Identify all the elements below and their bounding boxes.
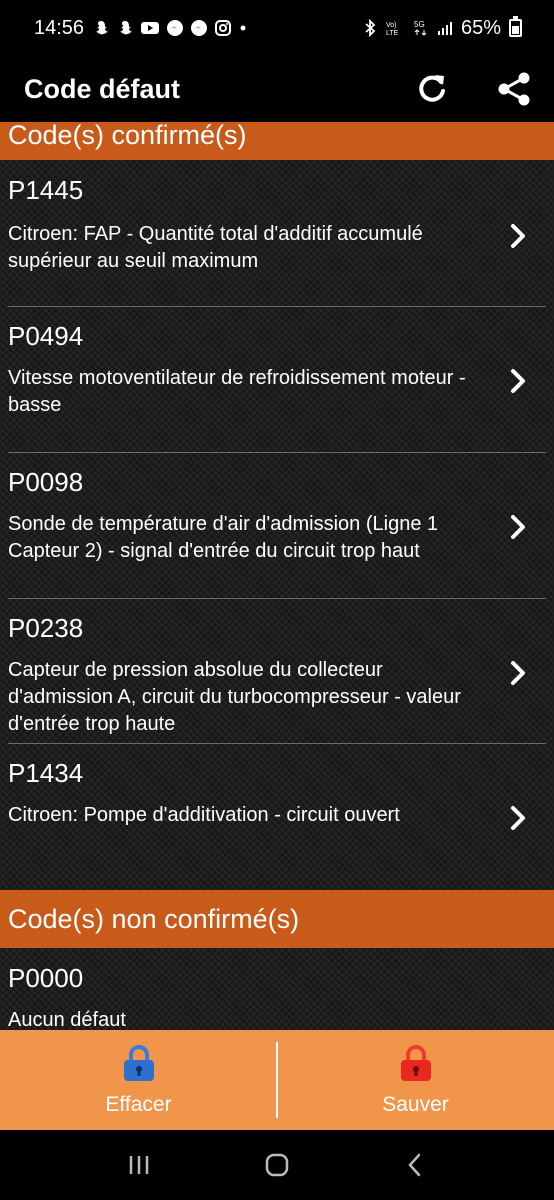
code-description: Vitesse motoventilateur de refroidisseme… <box>8 367 466 416</box>
recent-apps-icon[interactable] <box>124 1150 154 1180</box>
code-id: P0494 <box>8 321 84 351</box>
lock-icon <box>123 1045 154 1081</box>
code-description: Citroen: Pompe d'additivation - circuit … <box>8 804 400 826</box>
code-id: P1445 <box>8 175 84 205</box>
code-id: P0000 <box>8 963 84 993</box>
clear-label: Effacer <box>105 1093 172 1116</box>
messenger-icon <box>191 20 208 36</box>
divider <box>276 1042 278 1118</box>
bottom-action-bar: Effacer Sauver <box>0 1030 554 1130</box>
5g-icon: 5G <box>414 20 427 36</box>
status-time: 14:56 <box>34 16 85 39</box>
app-bar: Code défaut <box>0 56 554 122</box>
messenger-icon <box>167 20 184 36</box>
save-label: Sauver <box>382 1093 449 1116</box>
svg-text:5G: 5G <box>414 20 425 29</box>
code-item-p1434[interactable]: P1434 Citroen: Pompe d'additivation - ci… <box>8 744 546 884</box>
lock-icon <box>400 1045 431 1081</box>
code-description: Capteur de pression absolue du collecteu… <box>8 659 461 735</box>
refresh-button[interactable] <box>412 69 452 109</box>
share-button[interactable] <box>494 69 534 109</box>
chevron-right-icon <box>511 806 525 830</box>
refresh-icon <box>419 75 445 102</box>
status-left: 14:56 <box>34 17 248 40</box>
chevron-right-icon <box>511 515 525 539</box>
signal-icon <box>437 22 452 35</box>
code-list[interactable]: Code(s) confirmé(s) P1445 Citroen: FAP -… <box>0 122 554 1030</box>
code-item-p0098[interactable]: P0098 Sonde de température d'air d'admis… <box>8 453 546 599</box>
notification-icons <box>92 19 248 37</box>
code-description: Aucun défaut <box>8 1009 126 1030</box>
battery-icon <box>509 16 522 37</box>
code-item-p0238[interactable]: P0238 Capteur de pression absolue du col… <box>8 599 546 744</box>
svg-text:Vo): Vo) <box>386 22 397 29</box>
code-description: Citroen: FAP - Quantité total d'additif … <box>8 223 423 272</box>
section-header-unconfirmed: Code(s) non confirmé(s) <box>0 890 554 948</box>
snapchat-icon <box>120 21 132 35</box>
code-id: P0238 <box>8 613 84 643</box>
system-nav-bar <box>0 1130 554 1200</box>
youtube-icon <box>141 22 160 34</box>
volte-icon: Vo)LTE <box>386 22 399 37</box>
back-icon[interactable] <box>400 1150 430 1180</box>
code-description: Sonde de température d'air d'admission (… <box>8 513 439 562</box>
share-icon <box>498 72 530 106</box>
snapchat-icon <box>96 21 108 35</box>
home-icon[interactable] <box>262 1150 292 1180</box>
chevron-right-icon <box>511 224 525 248</box>
app-actions <box>412 69 534 109</box>
page-title: Code défaut <box>24 73 181 104</box>
code-item-p1445[interactable]: P1445 Citroen: FAP - Quantité total d'ad… <box>8 160 546 307</box>
code-item-p0494[interactable]: P0494 Vitesse motoventilateur de refroid… <box>8 307 546 453</box>
code-id: P0098 <box>8 467 84 497</box>
code-item-p0000[interactable]: P0000 Aucun défaut <box>8 948 546 1030</box>
section-header-confirmed: Code(s) confirmé(s) <box>0 122 554 160</box>
save-button[interactable]: Sauver <box>277 1030 554 1130</box>
chevron-right-icon <box>511 369 525 393</box>
code-id: P1434 <box>8 758 84 788</box>
chevron-right-icon <box>511 661 525 685</box>
bluetooth-icon <box>365 19 376 37</box>
battery-percent: 65% <box>460 16 501 39</box>
dot-icon <box>240 25 246 31</box>
status-bar: 14:56 Vo) LTE 5G 65% <box>0 0 554 56</box>
svg-text:LTE: LTE <box>386 30 399 37</box>
status-right: Vo) LTE 5G 65% <box>363 16 522 40</box>
clear-button[interactable]: Effacer <box>0 1030 277 1130</box>
instagram-icon <box>215 20 232 36</box>
